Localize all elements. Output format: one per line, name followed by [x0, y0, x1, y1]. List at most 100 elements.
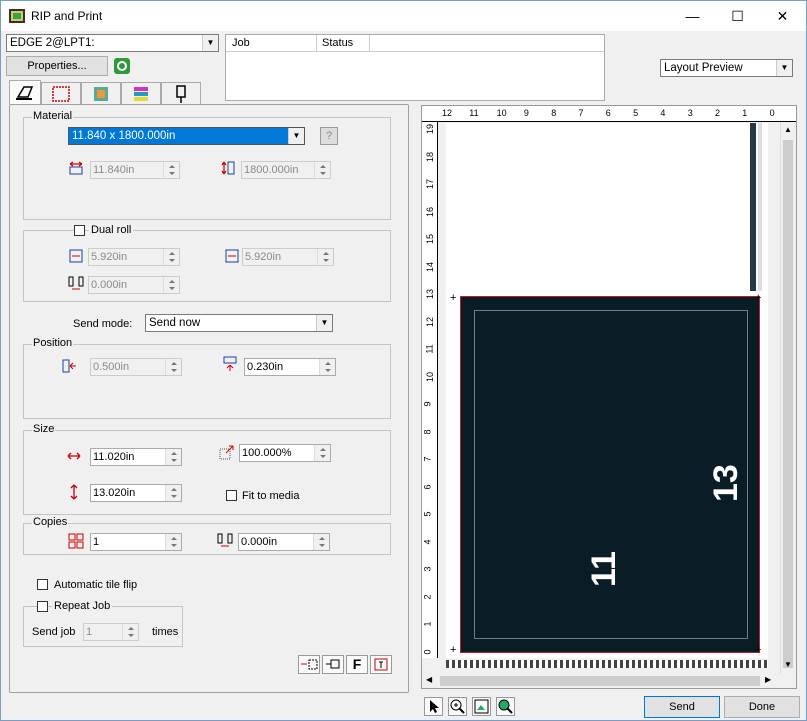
repeat-job-label: Repeat Job: [52, 600, 113, 612]
ruler-tick-label: 2: [422, 593, 433, 600]
tab-print[interactable]: [9, 80, 41, 104]
left-roll-icon: [68, 248, 84, 264]
scroll-down-icon[interactable]: ▼: [784, 660, 792, 669]
roll-gap-icon: [68, 276, 84, 292]
times-label: times: [152, 626, 179, 638]
layout-preview[interactable]: 12 11 10 9 8 7 6 5 4 3 2 1 0 19 18 17 16 15 14 13 12 11 10 9 8 7…: [421, 105, 797, 689]
left-roll-value: 5.920in: [91, 251, 128, 263]
ruler-tick-label: 4: [660, 108, 666, 118]
ruler-tick-label: 18: [425, 151, 436, 162]
dual-roll-group: Dual roll 5.920in 5.920in 0.000in: [23, 224, 391, 302]
scale-field[interactable]: 100.000%: [239, 444, 331, 462]
chevron-down-icon[interactable]: ▼: [776, 60, 792, 76]
ruler-tick-label: 9: [422, 401, 433, 407]
repeat-count-value: 1: [86, 626, 93, 638]
horizontal-scrollbar[interactable]: ◀ ▶: [422, 674, 780, 688]
zoom-in-icon[interactable]: [448, 697, 467, 716]
scroll-left-icon[interactable]: ◀: [426, 675, 432, 684]
rip-and-print-window: RIP and Print — ☐ ✕ EDGE 2@LPT1: ▼ Prope…: [0, 0, 807, 721]
print-job-image[interactable]: 11 13: [460, 296, 760, 653]
size-label: Size: [32, 423, 56, 435]
send-mode-label: Send mode:: [73, 318, 133, 330]
copies-count-field[interactable]: 1: [90, 533, 182, 551]
pointer-icon[interactable]: [424, 697, 443, 716]
position-y-field[interactable]: 0.230in: [244, 358, 336, 376]
window-title: RIP and Print: [31, 9, 103, 23]
ruler-tick-label: 12: [442, 108, 453, 118]
properties-button[interactable]: Properties...: [6, 56, 108, 76]
copies-count-value: 1: [93, 536, 100, 548]
size-width-value: 11.020in: [93, 451, 135, 463]
send-button[interactable]: Send: [644, 696, 720, 718]
ruler-tick-label: 11: [469, 108, 479, 118]
position-y-value: 0.230in: [247, 361, 284, 373]
scroll-right-icon[interactable]: ▶: [765, 675, 771, 684]
ruler-tick-label: 6: [422, 483, 433, 490]
size-width-icon: [66, 448, 82, 464]
position-y-icon: [222, 356, 238, 372]
material-width-field: 11.840in: [90, 161, 180, 179]
job-queue-list[interactable]: Job Status: [225, 34, 605, 101]
ruler-tick-label: 13: [425, 288, 436, 300]
size-height-icon: [66, 484, 82, 500]
ruler-tick-label: 4: [422, 538, 433, 545]
ruler-tick-label: 10: [425, 371, 436, 382]
minimize-button[interactable]: —: [670, 1, 715, 31]
corner-marker: +: [755, 644, 762, 656]
send-mode-select[interactable]: Send now ▼: [145, 314, 333, 332]
ruler-tick-label: 0: [769, 108, 775, 118]
material-select[interactable]: 11.840 x 1800.000in ▼: [68, 127, 305, 145]
tab-profile[interactable]: [121, 82, 161, 104]
column-status[interactable]: Status: [322, 37, 353, 49]
chevron-down-icon[interactable]: ▼: [202, 35, 218, 51]
ruler-tick-label: 11: [424, 344, 435, 354]
copies-label: Copies: [32, 516, 69, 528]
ruler-tick-label: 5: [422, 511, 433, 517]
port-icon[interactable]: [322, 655, 344, 674]
size-height-field[interactable]: 13.020in: [90, 484, 182, 502]
printer-select-value: EDGE 2@LPT1:: [10, 37, 95, 49]
scroll-thumb[interactable]: [783, 140, 793, 668]
close-button[interactable]: ✕: [760, 1, 805, 31]
tab-color[interactable]: [81, 82, 121, 104]
dual-roll-checkbox[interactable]: [74, 225, 85, 236]
ruler-tick-label: 0: [422, 648, 433, 655]
fit-page-icon[interactable]: [472, 697, 491, 716]
copies-gap-value: 0.000in: [241, 536, 278, 548]
ruler-tick-label: 1: [422, 621, 433, 627]
chevron-down-icon[interactable]: ▼: [316, 315, 332, 331]
ruler-tick-label: 7: [578, 108, 584, 118]
vertical-scrollbar[interactable]: ▲ ▼: [780, 122, 796, 674]
hscroll-thumb[interactable]: [440, 676, 760, 686]
chevron-down-icon[interactable]: ▼: [288, 128, 304, 144]
ruler-tick-label: 8: [422, 428, 433, 435]
font-button[interactable]: F: [346, 655, 368, 674]
zoom-icon[interactable]: [496, 697, 515, 716]
tile-flip-label: Automatic tile flip: [54, 579, 138, 591]
fit-to-media-checkbox[interactable]: [226, 490, 237, 501]
roll-gap-field: 0.000in: [88, 276, 180, 294]
right-roll-value: 5.920in: [245, 251, 282, 263]
height-icon: [220, 160, 236, 176]
help-icon[interactable]: ?: [320, 127, 338, 145]
repeat-count-field: 1: [83, 623, 139, 641]
repeat-job-checkbox[interactable]: [37, 601, 48, 612]
done-button[interactable]: Done: [724, 696, 800, 718]
preview-mode-select[interactable]: Layout Preview ▼: [660, 59, 793, 77]
copies-gap-field[interactable]: 0.000in: [238, 533, 330, 551]
tab-layout[interactable]: [41, 82, 81, 104]
scroll-up-icon[interactable]: ▲: [784, 125, 792, 134]
tile-flip-checkbox[interactable]: [37, 579, 48, 590]
tab-inks[interactable]: [161, 82, 201, 104]
refresh-printer-icon[interactable]: [114, 58, 130, 74]
size-width-field[interactable]: 11.020in: [90, 448, 182, 466]
material-label: Material: [32, 110, 74, 122]
material-width-value: 11.840in: [93, 164, 135, 176]
advance-icon[interactable]: [298, 655, 320, 674]
crop-marks-icon[interactable]: [370, 655, 392, 674]
maximize-button[interactable]: ☐: [715, 1, 760, 31]
printer-select[interactable]: EDGE 2@LPT1: ▼: [6, 34, 219, 52]
preview-mode-value: Layout Preview: [664, 62, 743, 74]
column-job[interactable]: Job: [232, 37, 250, 49]
position-x-field: 0.500in: [90, 358, 182, 376]
